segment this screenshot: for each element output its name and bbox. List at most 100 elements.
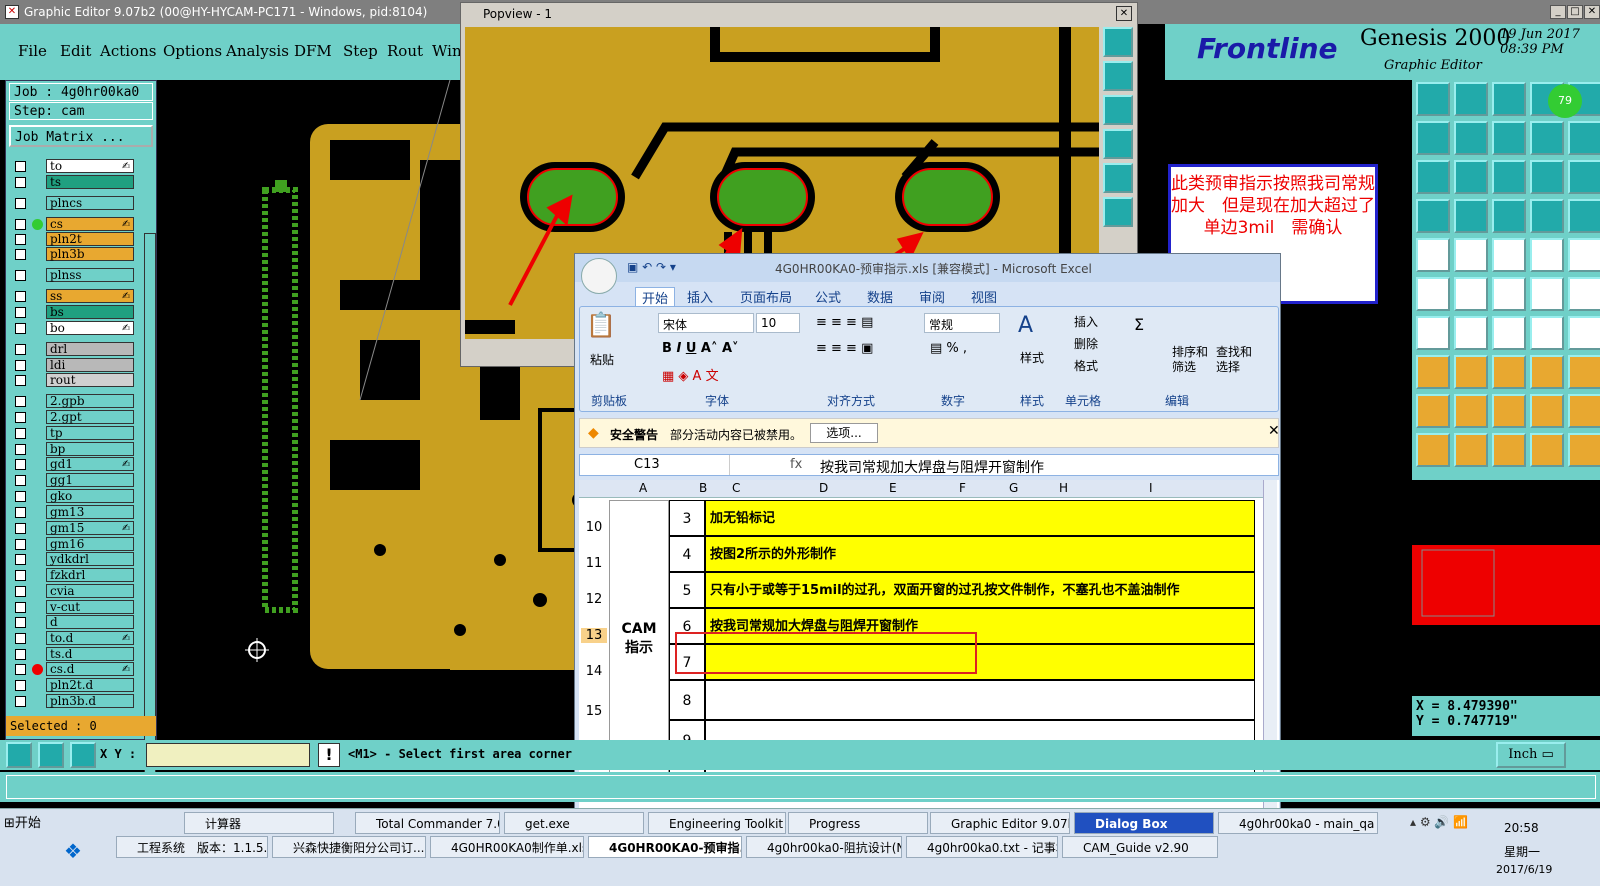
- bold-button[interactable]: B I U A˄ A˅: [662, 341, 739, 356]
- layer-checkbox[interactable]: [15, 539, 26, 550]
- tool-button[interactable]: [1568, 121, 1600, 155]
- column-header[interactable]: F: [959, 481, 966, 495]
- layer-checkbox[interactable]: [15, 270, 26, 281]
- fx-icon[interactable]: fx: [790, 457, 802, 472]
- tool-button[interactable]: [1416, 355, 1450, 389]
- taskbar-button[interactable]: Total Commander 7.0 ...: [355, 812, 500, 834]
- taskbar-button[interactable]: Engineering Toolkit 9....: [648, 812, 786, 834]
- name-box[interactable]: C13: [580, 455, 730, 475]
- taskbar-button[interactable]: 4G0HR00KA0制作单.xls ...: [430, 836, 584, 858]
- tool-button[interactable]: [1454, 121, 1488, 155]
- tool-button[interactable]: [1416, 277, 1450, 311]
- tool-button[interactable]: [1530, 433, 1564, 467]
- layer-row[interactable]: fzkdrl: [9, 568, 134, 583]
- row-number[interactable]: 11: [581, 556, 607, 571]
- layer-checkbox[interactable]: [15, 444, 26, 455]
- row-number[interactable]: 13: [581, 628, 607, 643]
- instruction-cell[interactable]: 加无铅标记: [705, 500, 1255, 536]
- layer-checkbox[interactable]: [15, 307, 26, 318]
- tool-button[interactable]: [1454, 394, 1488, 428]
- tool-button[interactable]: [1416, 199, 1450, 233]
- align-horizontal-buttons[interactable]: ≡ ≡ ≡ ▣: [816, 341, 873, 356]
- layer-row[interactable]: 2.gpt: [9, 410, 134, 425]
- menu-help-partial[interactable]: lp: [1138, 42, 1152, 60]
- layer-checkbox[interactable]: [15, 633, 26, 644]
- layer-row[interactable]: 2.gpb: [9, 394, 134, 409]
- tool-button[interactable]: [1454, 199, 1488, 233]
- tool-button[interactable]: [1492, 394, 1526, 428]
- menu-step[interactable]: Step: [343, 42, 378, 60]
- layer-checkbox[interactable]: [15, 507, 26, 518]
- layer-checkbox[interactable]: [15, 554, 26, 565]
- layer-checkbox[interactable]: [15, 177, 26, 188]
- layer-row[interactable]: gd1 ✍: [9, 457, 134, 472]
- menu-actions[interactable]: Actions: [100, 42, 156, 60]
- layer-checkbox[interactable]: [15, 291, 26, 302]
- layer-checkbox[interactable]: [15, 234, 26, 245]
- layer-checkbox[interactable]: [15, 617, 26, 628]
- popview-tool-4[interactable]: [1103, 129, 1133, 159]
- layer-row[interactable]: ts: [9, 175, 134, 190]
- taskbar-button[interactable]: 兴森快捷衡阳分公司订...: [272, 836, 426, 858]
- tool-button[interactable]: [1568, 355, 1600, 389]
- layer-checkbox[interactable]: [15, 396, 26, 407]
- tool-button[interactable]: [1530, 199, 1564, 233]
- tool-button[interactable]: [1454, 160, 1488, 194]
- taskbar-button[interactable]: Graphic Editor 9.07b2...: [930, 812, 1070, 834]
- tool-button[interactable]: [1492, 121, 1526, 155]
- taskbar-button[interactable]: 4G0HR00KA0-预审指...: [588, 836, 742, 858]
- options-button[interactable]: 选项...: [810, 423, 878, 443]
- layer-row[interactable]: pln2t: [9, 232, 134, 247]
- start-button[interactable]: ⊞开始: [4, 813, 54, 835]
- tool-button[interactable]: [1568, 394, 1600, 428]
- taskbar-button[interactable]: 4g0hr00ka0 - main_qa: [1218, 812, 1378, 834]
- tool-button[interactable]: [1492, 199, 1526, 233]
- step-number-cell[interactable]: 5: [669, 572, 705, 608]
- ribbon-tab[interactable]: 公式: [815, 287, 841, 306]
- column-header[interactable]: H: [1059, 481, 1068, 495]
- layer-checkbox[interactable]: [15, 680, 26, 691]
- menu-analysis[interactable]: Analysis: [226, 42, 289, 60]
- popview-close-button[interactable]: ✕: [1116, 6, 1132, 21]
- layer-row[interactable]: pln3b: [9, 247, 134, 262]
- step-number-cell[interactable]: 4: [669, 536, 705, 572]
- layer-row[interactable]: to ✍: [9, 159, 134, 174]
- job-matrix-button[interactable]: Job Matrix ...: [9, 125, 153, 147]
- layer-checkbox[interactable]: [15, 523, 26, 534]
- units-button[interactable]: Inch ▭: [1496, 742, 1566, 768]
- tool-button[interactable]: [1568, 316, 1600, 350]
- layer-scrollbar[interactable]: [144, 233, 156, 793]
- layer-checkbox[interactable]: [15, 586, 26, 597]
- layer-checkbox[interactable]: [15, 161, 26, 172]
- step-number-cell[interactable]: 3: [669, 500, 705, 536]
- layer-checkbox[interactable]: [15, 375, 26, 386]
- menu-file[interactable]: File: [18, 42, 47, 60]
- tool-button[interactable]: [1492, 433, 1526, 467]
- quick-access-toolbar[interactable]: ▣ ↶ ↷ ▾: [627, 260, 676, 274]
- ribbon-tab[interactable]: 数据: [867, 287, 893, 306]
- tool-button[interactable]: [1416, 82, 1450, 116]
- taskbar-button[interactable]: 工程系统 版本：1.1.5...: [116, 836, 268, 858]
- step-number-cell[interactable]: 8: [669, 680, 705, 720]
- taskbar-button[interactable]: 4g0hr00ka0-阻抗设计(N...: [746, 836, 902, 858]
- row-number[interactable]: 14: [581, 664, 607, 679]
- tool-button[interactable]: [1530, 277, 1564, 311]
- menu-window[interactable]: Win: [432, 42, 462, 60]
- find-select-button[interactable]: 查找和 选择: [1216, 345, 1252, 375]
- zoom-area-icon[interactable]: [38, 742, 64, 768]
- layer-row[interactable]: bs: [9, 305, 134, 320]
- tool-button[interactable]: [1416, 394, 1450, 428]
- ribbon-tab[interactable]: 页面布局: [740, 287, 792, 306]
- layer-checkbox[interactable]: [15, 360, 26, 371]
- layer-row[interactable]: ydkdrl: [9, 552, 134, 567]
- layer-row[interactable]: ss ✍: [9, 289, 134, 304]
- layer-checkbox[interactable]: [15, 323, 26, 334]
- taskbar-button[interactable]: 计算器: [184, 812, 334, 834]
- layer-checkbox[interactable]: [15, 428, 26, 439]
- tool-button[interactable]: [1492, 160, 1526, 194]
- xy-input[interactable]: [146, 743, 310, 767]
- tool-button[interactable]: [1568, 160, 1600, 194]
- layer-row[interactable]: gko: [9, 489, 134, 504]
- layer-row[interactable]: d: [9, 615, 134, 630]
- row-number[interactable]: 15: [581, 704, 607, 719]
